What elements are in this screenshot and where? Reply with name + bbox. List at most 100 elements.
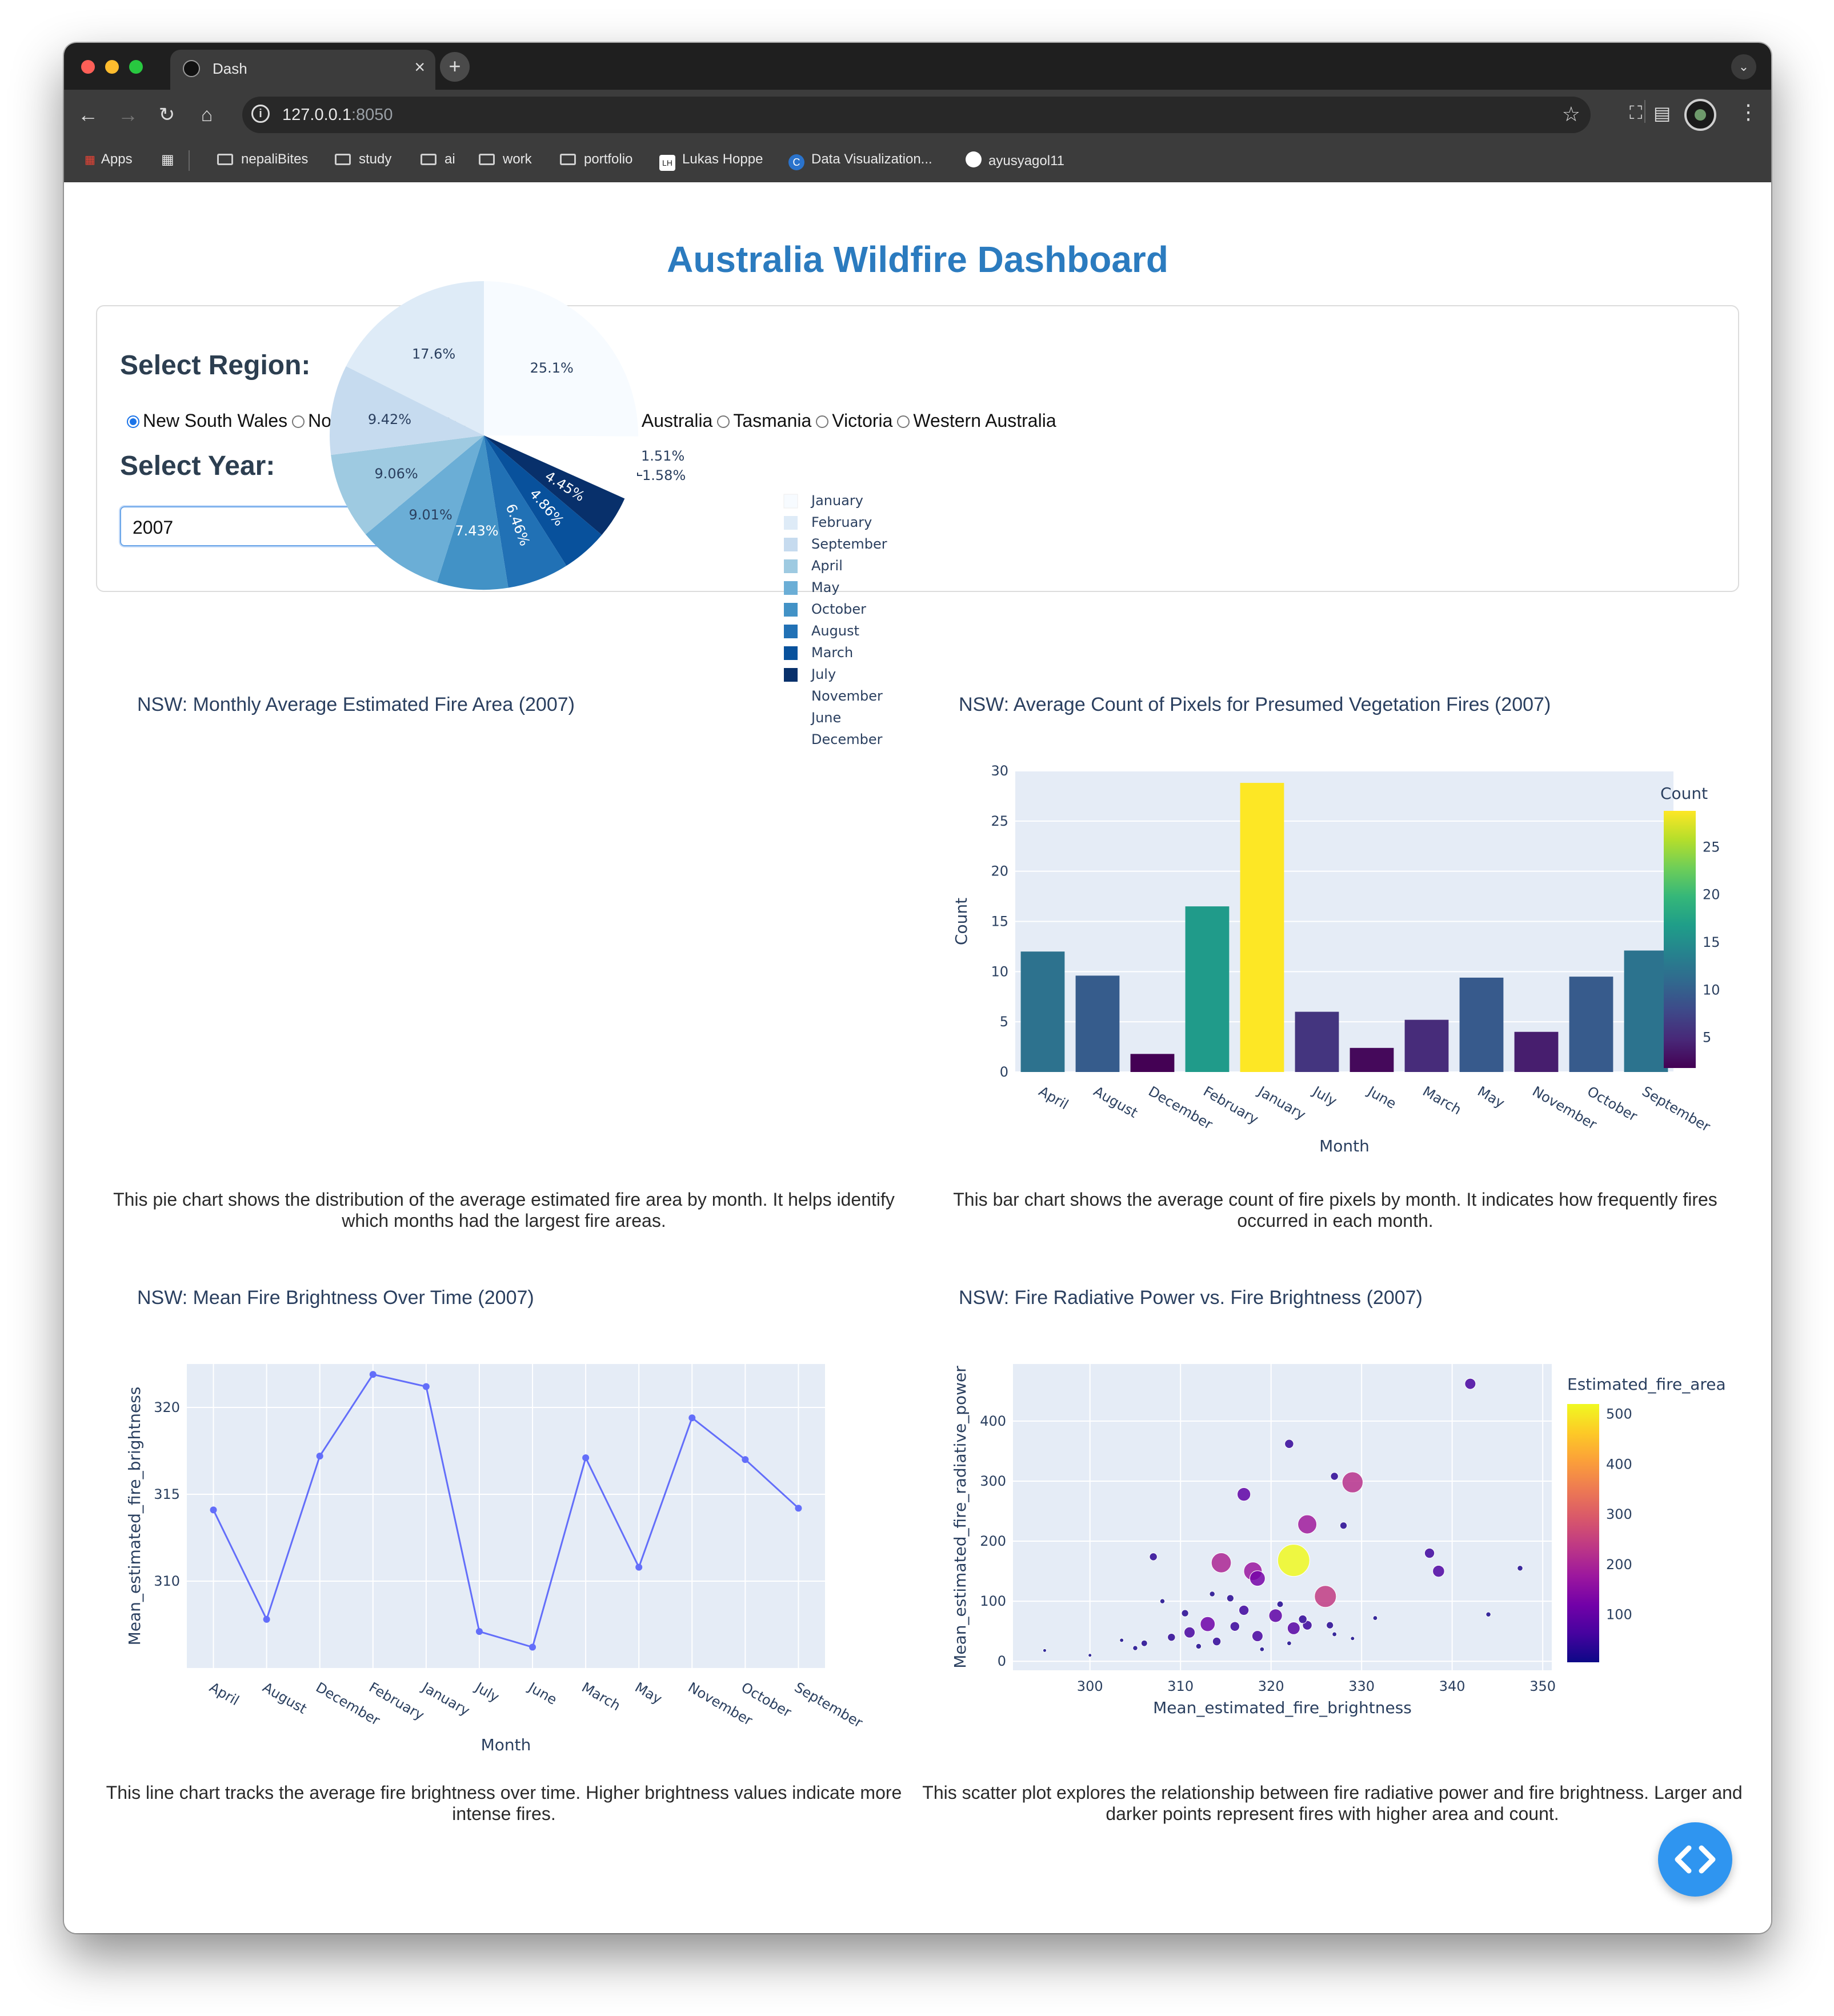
scatter-point xyxy=(1342,1471,1364,1493)
bar-november xyxy=(1514,1031,1559,1072)
scatter-point xyxy=(1464,1378,1476,1390)
bar-description: This bar chart shows the average count o… xyxy=(953,1189,1717,1231)
url-port: :8050 xyxy=(351,106,393,124)
pie-chart: 25.1%3.52%4.45%4.86%6.46%7.43%9.01%9.06%… xyxy=(330,281,887,747)
scatter-point xyxy=(1276,1601,1284,1608)
home-icon[interactable]: ⌂ xyxy=(193,101,221,129)
scatter-point xyxy=(1140,1639,1148,1647)
side-panel-icon[interactable]: ▤ xyxy=(1653,102,1671,124)
y-axis-title: Mean_estimated_fire_radiative_power xyxy=(951,1366,970,1669)
legend-label: March xyxy=(811,645,853,661)
tab-dash[interactable]: Dash × xyxy=(170,50,435,90)
bookmark-portfolio[interactable]: portfolio xyxy=(560,151,632,167)
scatter-point xyxy=(1181,1609,1189,1617)
colorbar-tick-label: 400 xyxy=(1606,1456,1632,1472)
scatter-point xyxy=(1517,1565,1523,1571)
scatter-point xyxy=(1277,1544,1310,1577)
x-tick-label: 330 xyxy=(1348,1678,1375,1694)
legend-swatch xyxy=(784,559,798,573)
pie-slice-label: 9.06% xyxy=(374,466,418,482)
line-point xyxy=(210,1506,217,1514)
bookmark-star-icon[interactable]: ☆ xyxy=(1562,102,1580,126)
scatter-point xyxy=(1230,1621,1240,1632)
bar-september xyxy=(1624,950,1668,1072)
line-point xyxy=(795,1505,802,1512)
bookmark-lukas-hoppe[interactable]: LH Lukas Hoppe xyxy=(659,151,763,171)
scatter-point xyxy=(1314,1585,1337,1608)
colorbar-tick-label: 25 xyxy=(1703,839,1720,855)
legend-label: August xyxy=(811,623,859,639)
colorbar-tick-label: 5 xyxy=(1703,1030,1711,1046)
line-point xyxy=(529,1643,536,1651)
line-plot-area xyxy=(187,1364,825,1668)
bar-july xyxy=(1295,1011,1339,1072)
maximize-window-dot[interactable] xyxy=(129,60,143,74)
legend-label: May xyxy=(811,579,840,595)
minimize-window-dot[interactable] xyxy=(105,60,119,74)
extensions-puzzle-icon[interactable]: ⛶ xyxy=(1629,102,1642,124)
bookmark-nepalibites[interactable]: nepaliBites xyxy=(217,151,308,167)
url-text: 127.0.0.1:8050 xyxy=(282,106,393,125)
tab-search-chevron-icon[interactable]: ⌄ xyxy=(1731,54,1756,79)
legend-swatch xyxy=(784,516,798,530)
colorbar-tick-label: 10 xyxy=(1703,982,1720,998)
y-tick-label: 0 xyxy=(998,1653,1006,1669)
bookmark-apps[interactable]: ▦ Apps xyxy=(85,151,133,167)
address-bar[interactable]: i 127.0.0.1:8050 ☆ xyxy=(242,97,1591,133)
legend-label: June xyxy=(810,710,841,726)
tab-groups-icon[interactable]: ▦ xyxy=(161,151,174,168)
bookmark-data-visualization[interactable]: C Data Visualization... xyxy=(788,151,932,170)
close-tab-icon[interactable]: × xyxy=(414,57,425,78)
browser-window: Dash × + ⌄ ← → ↻ ⌂ i 127.0.0.1:8050 ☆ ⛶ … xyxy=(64,43,1771,1933)
y-tick-label: 10 xyxy=(991,963,1008,979)
legend-swatch xyxy=(783,494,798,509)
pie-slice-label: 25.1% xyxy=(530,360,574,376)
scatter-point xyxy=(1042,1648,1047,1653)
bookmark-work[interactable]: work xyxy=(479,151,532,167)
legend-label: April xyxy=(811,558,843,574)
new-tab-button[interactable]: + xyxy=(440,52,470,82)
back-arrow-icon[interactable]: ← xyxy=(74,101,102,129)
bar-april xyxy=(1020,951,1065,1072)
pie-slice-january xyxy=(484,281,638,437)
x-tick-label: August xyxy=(260,1679,310,1717)
scatter-point xyxy=(1200,1616,1216,1632)
folder-icon xyxy=(421,154,437,165)
profile-avatar[interactable] xyxy=(1684,99,1716,131)
close-window-dot[interactable] xyxy=(81,60,95,74)
legend-swatch xyxy=(784,733,798,747)
line-point xyxy=(316,1453,323,1460)
scatter-point xyxy=(1372,1615,1378,1621)
x-tick-label: January xyxy=(418,1679,472,1719)
line-point xyxy=(688,1414,696,1422)
dash-favicon-icon xyxy=(183,60,200,77)
x-tick-label: 310 xyxy=(1167,1678,1194,1694)
colorbar-tick-label: 15 xyxy=(1703,934,1720,950)
site-info-icon[interactable]: i xyxy=(251,105,270,123)
bar-february xyxy=(1185,906,1230,1072)
bookmark-study[interactable]: study xyxy=(335,151,391,167)
legend-label: February xyxy=(811,514,872,530)
github-icon xyxy=(966,151,982,167)
pie-slice-label: 17.6% xyxy=(412,346,455,362)
x-tick-label: April xyxy=(207,1679,242,1709)
scatter-point xyxy=(1298,1614,1307,1624)
dash-devtools-button[interactable] xyxy=(1658,1822,1732,1897)
scatter-point xyxy=(1268,1609,1283,1623)
legend-swatch xyxy=(784,646,798,660)
x-tick-label: September xyxy=(792,1679,866,1731)
x-tick-label: July xyxy=(1310,1083,1340,1110)
reload-icon[interactable]: ↻ xyxy=(153,101,181,129)
forward-arrow-icon[interactable]: → xyxy=(114,101,142,129)
legend-label: October xyxy=(811,601,866,617)
lh-favicon-icon: LH xyxy=(659,155,675,171)
legend-label: December xyxy=(811,731,883,747)
bookmark-ai[interactable]: ai xyxy=(421,151,455,167)
y-tick-label: 200 xyxy=(980,1533,1006,1549)
x-tick-label: 340 xyxy=(1439,1678,1465,1694)
scatter-point xyxy=(1485,1611,1491,1618)
kebab-menu-icon[interactable]: ⋮ xyxy=(1738,100,1759,124)
bar-august xyxy=(1075,975,1120,1072)
scatter-point xyxy=(1332,1631,1338,1637)
bookmark-github[interactable]: ayusyagol11 xyxy=(966,151,1064,169)
